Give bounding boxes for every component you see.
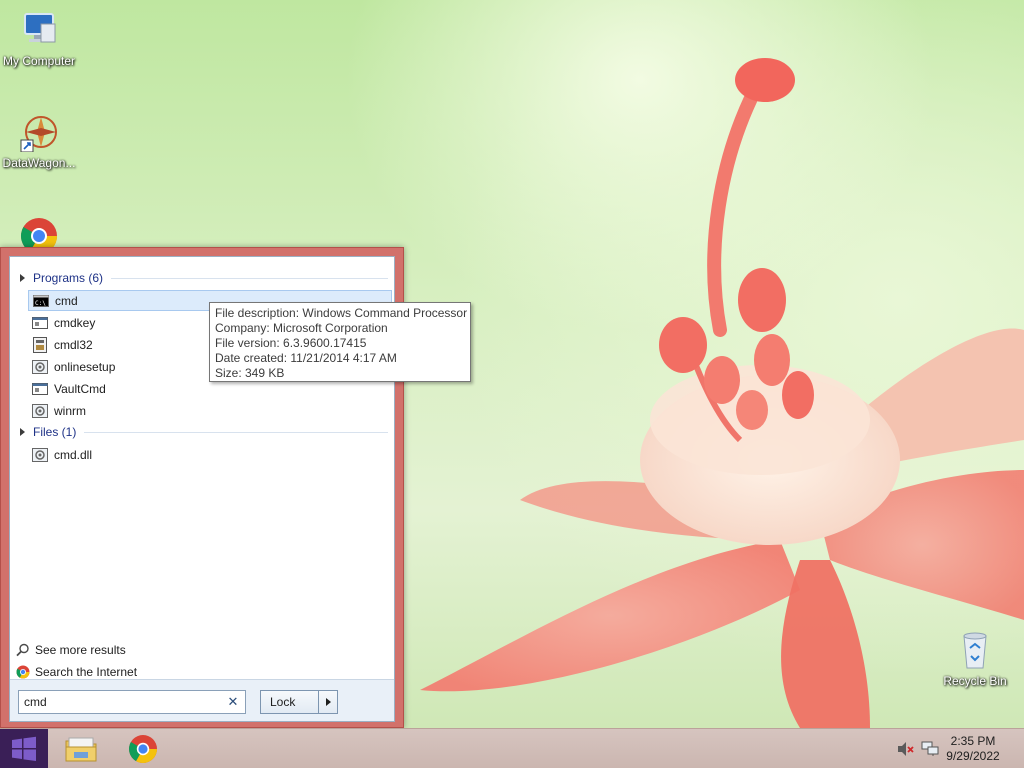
chrome-icon — [16, 665, 30, 679]
cmdl32-icon — [32, 336, 48, 353]
desktop-icon-label: My Computer — [2, 54, 76, 68]
tooltip-description: File description: Windows Command Proces… — [215, 306, 468, 320]
lock-button-group: Lock — [260, 690, 338, 714]
dll-file-icon — [32, 447, 48, 463]
result-label: onlinesetup — [54, 359, 116, 374]
group-header-label: Programs (6) — [33, 271, 104, 285]
taskbar-file-explorer[interactable] — [62, 733, 100, 765]
tooltip-version: File version: 6.3.9600.17415 — [215, 336, 367, 350]
datawagon-icon — [19, 112, 59, 153]
result-label: cmd — [55, 293, 78, 308]
clear-search-icon[interactable]: ✕ — [225, 694, 241, 710]
desktop-icon-my-computer[interactable]: My Computer — [0, 10, 78, 68]
result-winrm[interactable]: winrm — [28, 400, 392, 421]
computer-icon — [19, 10, 59, 50]
window-app-icon — [32, 315, 48, 331]
cmd-icon: C:\ — [33, 293, 49, 309]
chrome-icon — [129, 735, 157, 763]
arrow-right-icon — [325, 698, 331, 706]
window-app-icon — [32, 381, 48, 397]
group-header-label: Files (1) — [33, 425, 77, 439]
clock-time: 2:35 PM — [950, 734, 996, 748]
taskbar-chrome[interactable] — [124, 733, 162, 765]
group-header-programs[interactable]: Programs (6) — [18, 269, 388, 287]
taskbar: 2:35 PM 9/29/2022 — [0, 728, 1024, 768]
power-options-arrow-button[interactable] — [318, 691, 337, 713]
tooltip-created: Date created: 11/21/2014 4:17 AM — [215, 351, 397, 365]
file-info-tooltip: File description: Windows Command Proces… — [209, 302, 471, 382]
desktop-icon-recycle-bin[interactable]: Recycle Bin — [936, 630, 1014, 688]
see-more-results-link[interactable]: See more results — [16, 643, 126, 657]
group-header-files[interactable]: Files (1) — [18, 423, 388, 441]
volume-muted-icon[interactable] — [897, 741, 915, 757]
file-explorer-icon — [65, 737, 97, 762]
result-label: VaultCmd — [54, 381, 106, 396]
tooltip-size: Size: 349 KB — [215, 366, 285, 380]
search-input[interactable] — [19, 691, 219, 713]
taskbar-clock[interactable]: 2:35 PM 9/29/2022 — [938, 734, 1008, 764]
clock-date: 9/29/2022 — [946, 749, 1000, 763]
desktop-icon-label: Recycle Bin — [943, 674, 1007, 688]
result-label: cmd.dll — [54, 447, 93, 462]
search-internet-label: Search the Internet — [35, 665, 138, 679]
result-label: cmdl32 — [54, 337, 93, 352]
recycle-bin-icon — [955, 630, 995, 670]
expand-arrow-icon — [20, 274, 25, 282]
windows-logo-icon — [12, 736, 36, 761]
search-strip: ✕ Lock — [10, 679, 394, 721]
search-box[interactable]: ✕ — [18, 690, 246, 714]
script-icon — [32, 403, 48, 419]
result-label: winrm — [54, 403, 86, 418]
see-more-label: See more results — [35, 643, 126, 657]
desktop-icon-label: DataWagon... — [2, 156, 76, 170]
result-label: cmdkey — [54, 315, 96, 330]
search-internet-link[interactable]: Search the Internet — [16, 665, 137, 679]
setup-icon — [32, 359, 48, 375]
svg-text:C:\: C:\ — [35, 300, 46, 307]
result-cmd-dll[interactable]: cmd.dll — [28, 444, 392, 465]
tooltip-company: Company: Microsoft Corporation — [215, 321, 388, 335]
expand-arrow-icon — [20, 428, 25, 436]
start-button[interactable] — [0, 729, 48, 768]
desktop-icon-datawagon[interactable]: DataWagon... — [0, 112, 78, 170]
lock-button[interactable]: Lock — [261, 691, 318, 713]
network-icon[interactable] — [921, 741, 939, 757]
search-icon — [16, 643, 30, 657]
